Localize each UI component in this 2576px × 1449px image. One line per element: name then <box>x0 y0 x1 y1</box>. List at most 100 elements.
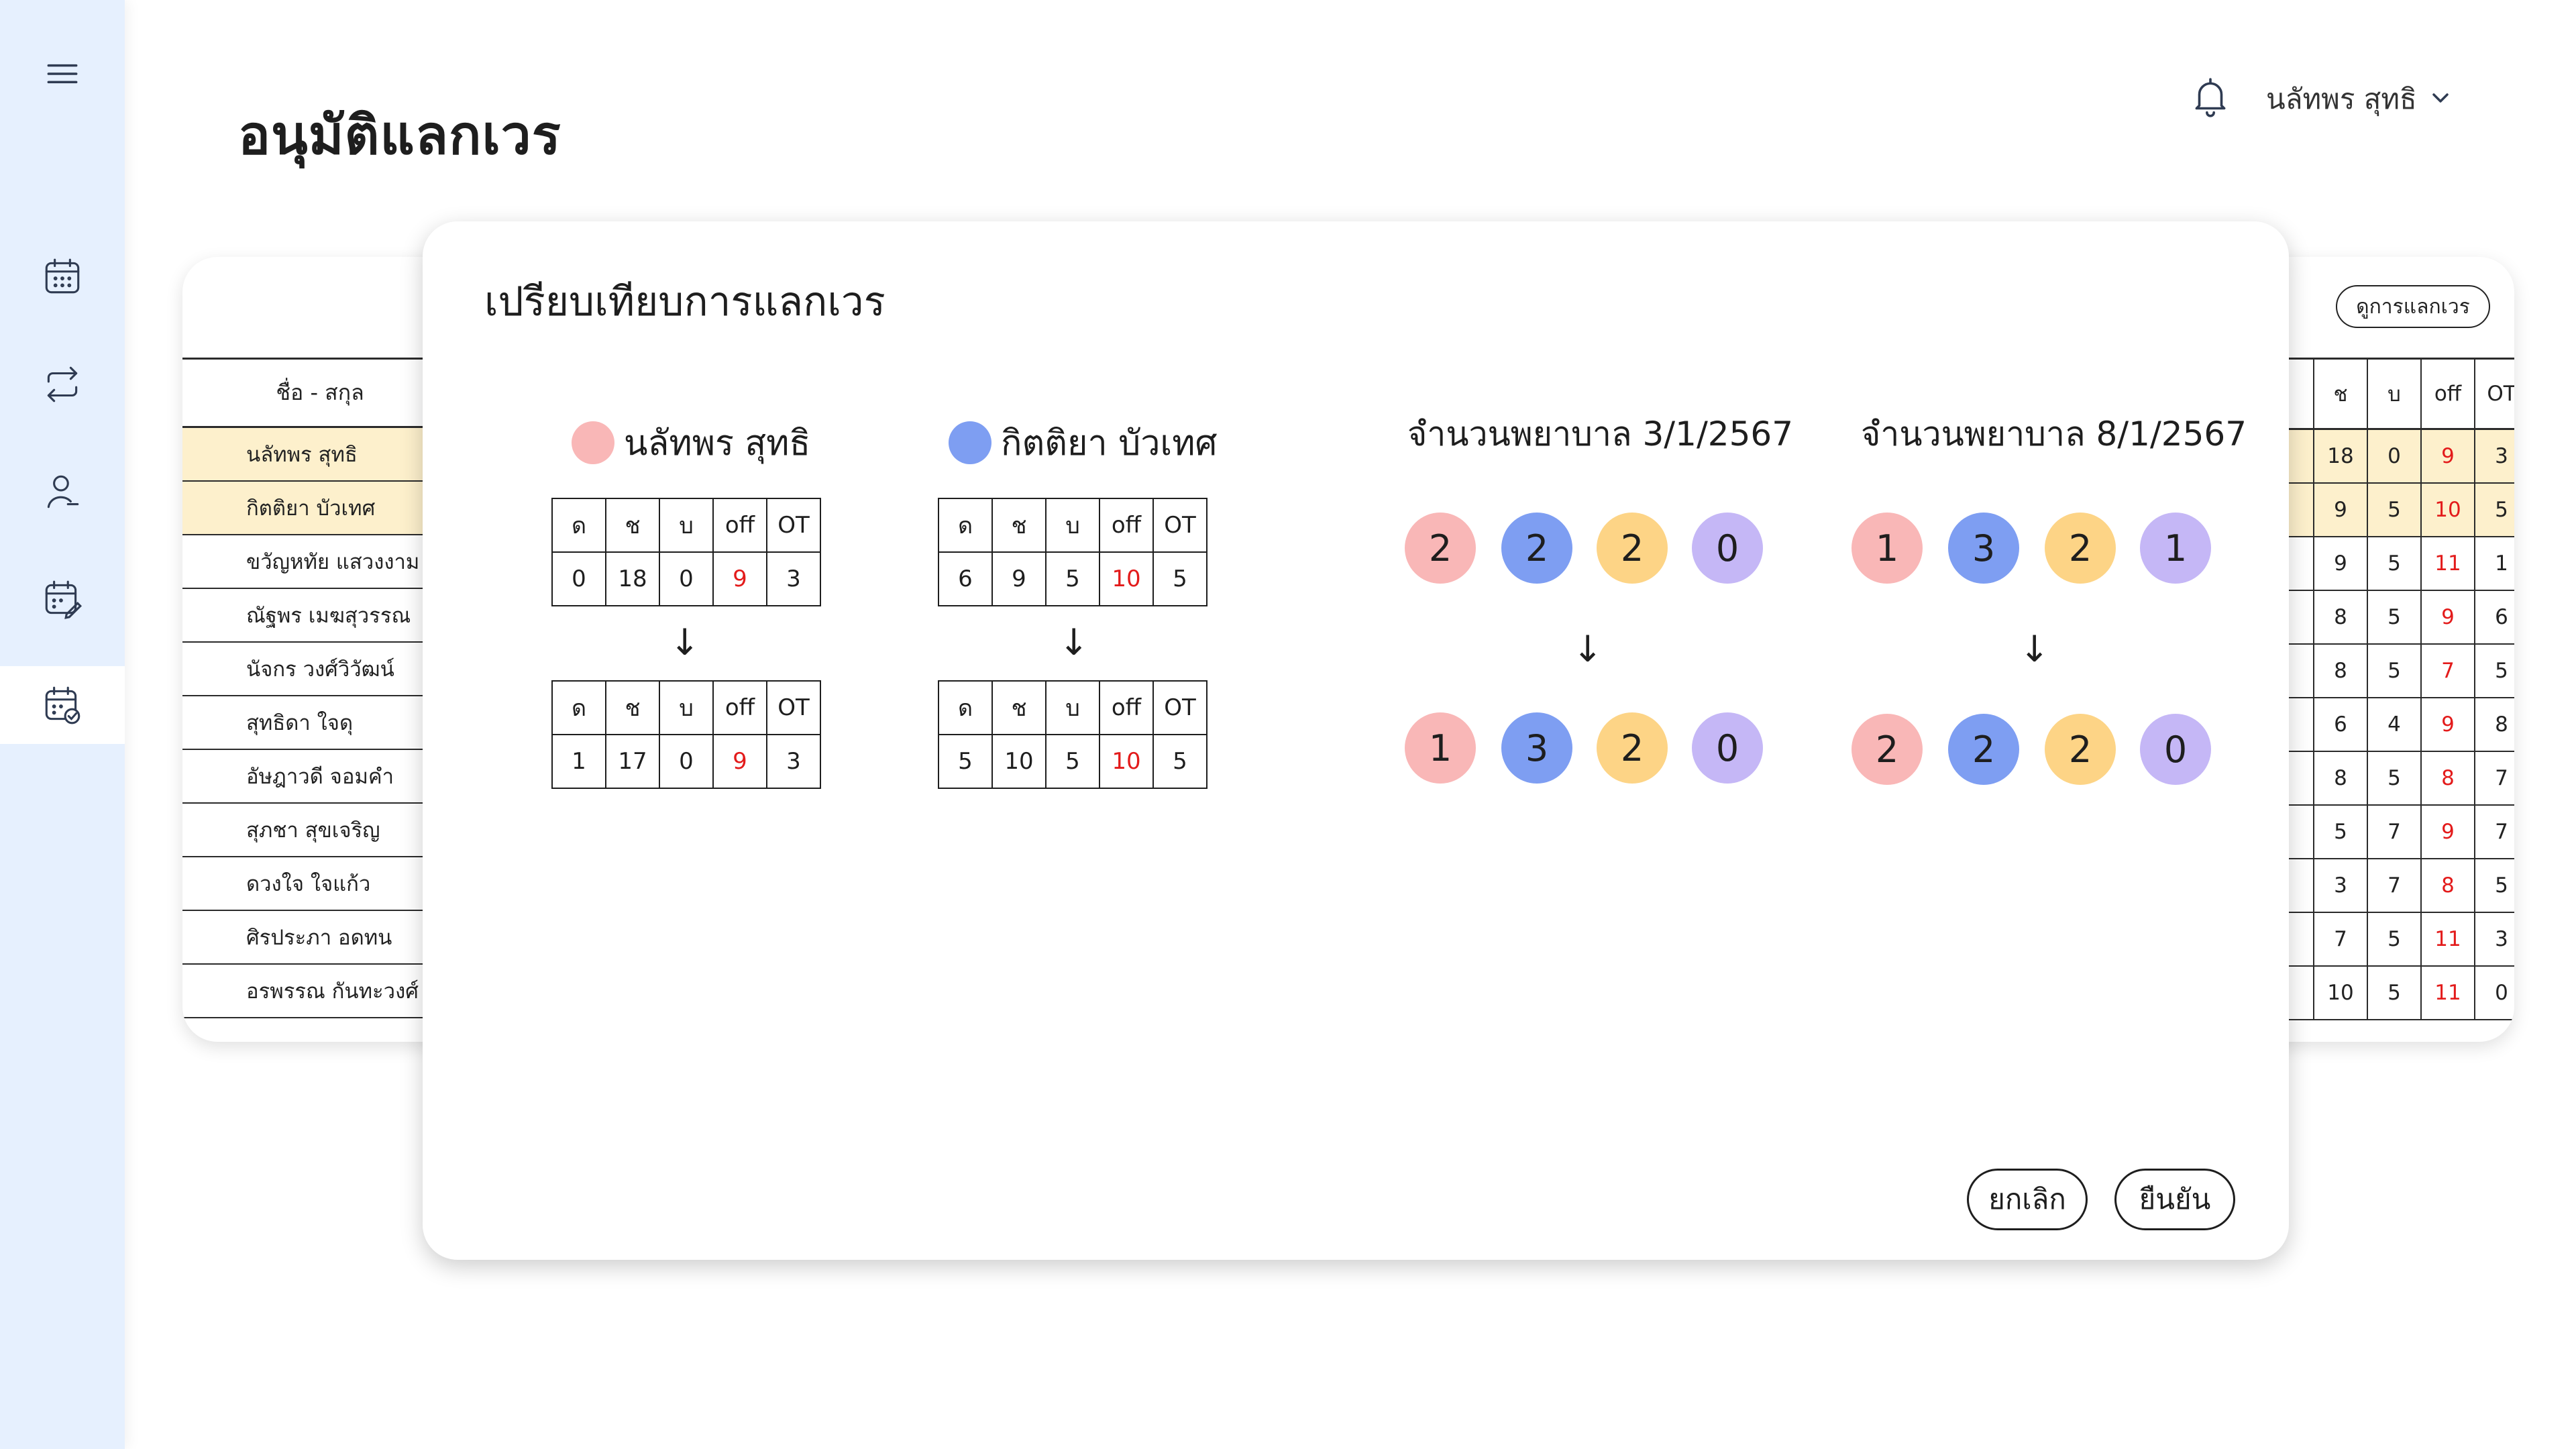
count-circle: 3 <box>1501 712 1572 784</box>
count-circle: 3 <box>1948 513 2019 584</box>
col-header: off <box>1099 680 1154 735</box>
view-swap-button[interactable]: ดูการแลกเวร <box>2336 285 2490 328</box>
sidebar-item-edit-schedule[interactable] <box>0 560 125 638</box>
value-cell: 5 <box>1045 734 1100 789</box>
col-header: บ <box>659 680 714 735</box>
name-cell[interactable]: นัจกร วงศ์วิวัฒน์ <box>182 643 451 696</box>
value-cell: 17 <box>605 734 660 789</box>
table-row: )6498 <box>2275 698 2514 752</box>
column-header: บ <box>2367 360 2420 428</box>
value-cell: 5 <box>2367 645 2420 697</box>
value-cell: 7 <box>2474 806 2514 858</box>
name-cell[interactable]: ณัฐพร เมฆสุวรรณ <box>182 589 451 643</box>
count-circle: 0 <box>2140 714 2211 785</box>
sidebar-item-swap[interactable] <box>0 345 125 423</box>
col-header: OT <box>1152 680 1208 735</box>
sidebar-item-schedule[interactable] <box>0 238 125 316</box>
value-cell: 7 <box>2313 913 2367 965</box>
value-cell: 5 <box>2367 591 2420 643</box>
count-circle: 0 <box>1692 513 1763 584</box>
name-cell[interactable]: สุภชา สุขเจริญ <box>182 804 451 857</box>
down-arrow: ↓ <box>1059 621 1089 663</box>
value-cell: 9 <box>2420 591 2474 643</box>
value-cell: 0 <box>2474 967 2514 1019</box>
value-cell: 18 <box>605 551 660 606</box>
calendar-edit-icon <box>45 580 83 619</box>
value-cell: 5 <box>1045 551 1100 606</box>
col-header: off <box>712 498 767 553</box>
name-cell[interactable]: นลัทพร สุทธิ <box>182 428 451 482</box>
menu-button[interactable] <box>0 35 125 113</box>
name-column: ชื่อ - สกุล นลัทพร สุทธิ กิตติยา บัวเทศ ขว… <box>182 358 451 1018</box>
value-cell: 10 <box>2420 484 2474 536</box>
user-minus-icon <box>47 475 79 508</box>
col-header: OT <box>766 680 821 735</box>
name-cell[interactable]: ขวัญหทัย แสวงงาม <box>182 535 451 589</box>
name-cell[interactable]: อรพรรณ กันทะวงศ์ <box>182 965 451 1018</box>
sidebar-item-approve-swap[interactable] <box>0 666 125 744</box>
value-cell: 0 <box>659 734 714 789</box>
down-arrow: ↓ <box>669 621 700 663</box>
table-row: 8575 <box>2275 645 2514 698</box>
count-circle: 2 <box>1597 712 1668 784</box>
name-cell[interactable]: อัษฎาวดี จอมคำ <box>182 750 451 804</box>
value-cell: 8 <box>2313 752 2367 804</box>
sidebar <box>0 0 125 1449</box>
value-cell: 9 <box>712 551 767 606</box>
person-1-after-table: ดชบ off OT 1 17 0 9 3 <box>551 680 821 789</box>
value-cell: 10 <box>1099 734 1154 789</box>
value-cell: 7 <box>2420 645 2474 697</box>
person-2-name: กิตติยา บัวเทศ <box>1001 423 1218 464</box>
col-header: ด <box>551 680 606 735</box>
table-row: 10 5 11 0 <box>2275 967 2514 1020</box>
value-cell: 6 <box>2313 698 2367 751</box>
value-cell: 5 <box>2367 967 2420 1019</box>
col-header: ช <box>605 680 660 735</box>
name-cell[interactable]: ดวงใจ ใจแก้ว <box>182 857 451 911</box>
calendar-icon <box>45 258 80 294</box>
col-header: OT <box>766 498 821 553</box>
value-cell: 3 <box>2474 430 2514 482</box>
count-circle: 2 <box>2045 714 2116 785</box>
value-cell: 5 <box>2474 645 2514 697</box>
name-cell[interactable]: กิตติยา บัวเทศ <box>182 482 451 535</box>
col-header: บ <box>1045 680 1100 735</box>
col-header: ด <box>551 498 606 553</box>
col-header: บ <box>1045 498 1100 553</box>
col-header: off <box>1099 498 1154 553</box>
value-cell: 9 <box>2420 698 2474 751</box>
col-header: ด <box>938 498 993 553</box>
chevron-down-icon[interactable] <box>2427 85 2454 111</box>
person-1-color-dot <box>572 421 614 464</box>
value-cell: 18 <box>2313 430 2367 482</box>
nurse-count-title-2: จำนวนพยาบาล 8/1/2567 <box>1861 415 2247 453</box>
count-circle: 1 <box>1405 712 1476 784</box>
value-cell: 4 <box>2367 698 2420 751</box>
value-cell: 5 <box>1152 551 1208 606</box>
down-arrow: ↓ <box>1572 628 1603 670</box>
value-cell: 8 <box>2474 698 2514 751</box>
value-cell: 10 <box>1099 551 1154 606</box>
value-cell: 11 <box>2420 967 2474 1019</box>
nurse-count-title-1: จำนวนพยาบาล 3/1/2567 <box>1407 415 1794 453</box>
value-cell: 9 <box>2420 430 2474 482</box>
bell-icon[interactable] <box>2188 75 2233 119</box>
col-header: ช <box>991 498 1046 553</box>
sidebar-item-leave[interactable] <box>0 453 125 531</box>
modal-title: เปรียบเทียบการแลกเวร <box>484 278 885 325</box>
user-name[interactable]: นลัทพร สุทธิ <box>2266 77 2417 121</box>
count-circle: 2 <box>1851 714 1923 785</box>
value-cell: 9 <box>2313 484 2367 536</box>
down-arrow: ↓ <box>2019 628 2050 670</box>
value-cell: 9 <box>712 734 767 789</box>
person-2-before-table: ดชบ off OT 6 9 5 10 5 <box>938 498 1208 606</box>
name-cell[interactable]: สุทธิดา ใจดุ <box>182 696 451 750</box>
person-1-label: นลัทพร สุทธิ <box>572 415 810 470</box>
col-header: ช <box>991 680 1046 735</box>
name-cell[interactable]: ศิรประภา อดทน <box>182 911 451 965</box>
cancel-button[interactable]: ยกเลิก <box>1967 1169 2088 1230</box>
value-cell: 11 <box>2420 537 2474 590</box>
confirm-button[interactable]: ยืนยัน <box>2114 1169 2235 1230</box>
value-cell: 1 <box>551 734 606 789</box>
count-circle: 2 <box>1597 513 1668 584</box>
